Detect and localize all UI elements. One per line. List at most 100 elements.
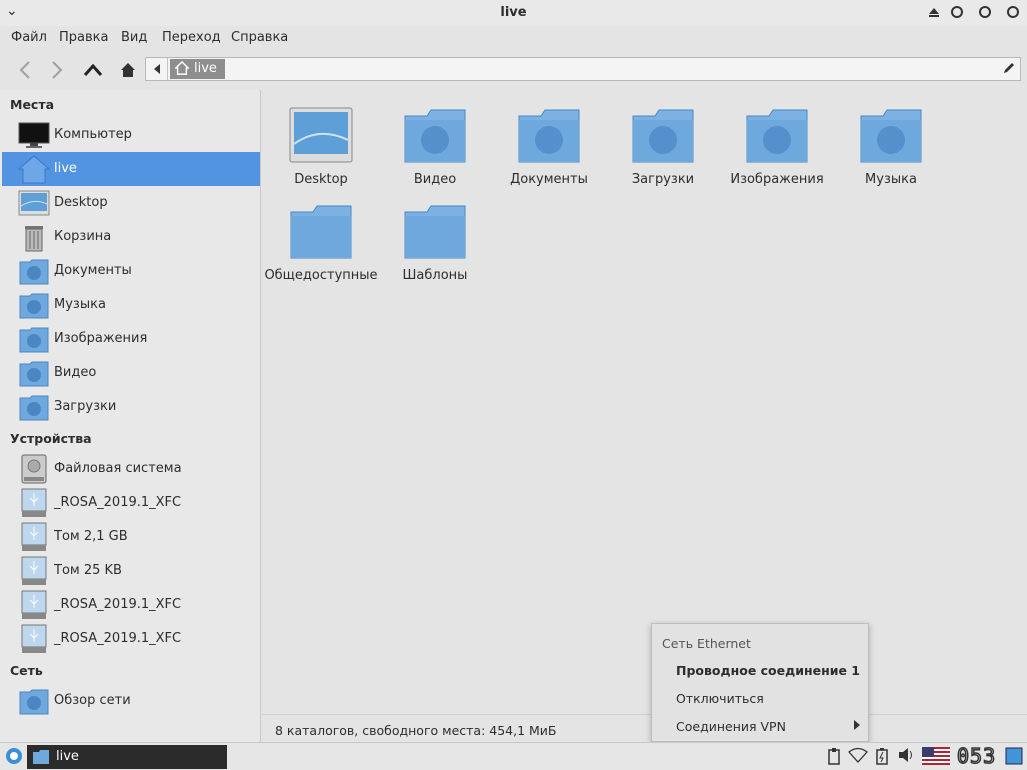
sidebar-item-pictures[interactable]: Изображения: [2, 322, 260, 356]
usb-drive-icon: [21, 556, 47, 585]
pictures-folder-icon: [746, 109, 808, 163]
sidebar-item-usb-3[interactable]: _ROSA_2019.1_XFC: [2, 622, 260, 656]
file-item-label: Видео: [413, 172, 457, 187]
sidebar-item-label: _ROSA_2019.1_XFC: [54, 631, 182, 646]
menu-item-disconnect[interactable]: Отключиться: [676, 691, 764, 706]
menubar: Файл Правка Вид Переход Справка: [0, 26, 1027, 50]
sidebar-item-trash[interactable]: Корзина: [2, 220, 260, 254]
sidebar-item-label: Изображения: [54, 331, 148, 346]
clipboard-icon[interactable]: [827, 747, 841, 765]
menu-file[interactable]: Файл: [11, 30, 47, 45]
file-item-label: Музыка: [865, 172, 917, 187]
sidebar-item-label: Видео: [54, 365, 97, 380]
sidebar-item-volume-25kb[interactable]: Том 25 KB: [2, 554, 260, 588]
submenu-arrow-icon: [854, 720, 860, 730]
taskbar-button-label: live: [56, 749, 79, 764]
usb-drive-icon: [21, 488, 47, 517]
menu-view[interactable]: Вид: [121, 30, 147, 45]
forward-icon[interactable]: [45, 58, 69, 82]
network-folder-icon: [19, 689, 49, 715]
sidebar-item-documents[interactable]: Документы: [2, 254, 260, 288]
close-button[interactable]: [1007, 6, 1019, 18]
file-item-label: Общедоступные: [264, 268, 378, 283]
clock[interactable]: 053: [956, 744, 996, 768]
sidebar-item-videos[interactable]: Видео: [2, 356, 260, 390]
edit-path-icon[interactable]: [1002, 61, 1016, 79]
menu-help[interactable]: Справка: [231, 30, 288, 45]
folder-icon: [290, 205, 352, 259]
back-icon[interactable]: [13, 58, 37, 82]
sidebar-item-label: live: [54, 161, 77, 176]
sidebar-section-network: Сеть: [10, 663, 43, 678]
sidebar-item-label: Загрузки: [54, 399, 117, 414]
sidebar-section-devices: Устройства: [10, 431, 92, 446]
sidebar-item-home[interactable]: live: [2, 152, 260, 186]
file-item-label: Документы: [510, 172, 588, 187]
file-item-videos[interactable]: Видео: [378, 94, 492, 187]
sidebar-item-label: Том 2,1 GB: [54, 529, 128, 544]
bottom-panel: live 053: [0, 742, 1027, 770]
sidebar-item-label: Файловая система: [54, 461, 182, 476]
path-bar[interactable]: live: [145, 57, 1021, 81]
sidebar-item-label: _ROSA_2019.1_XFC: [54, 597, 182, 612]
sidebar-item-label: _ROSA_2019.1_XFC: [54, 495, 182, 510]
up-icon[interactable]: [81, 58, 105, 82]
sidebar-item-filesystem[interactable]: Файловая система: [2, 452, 260, 486]
file-item-label: Desktop: [294, 172, 348, 187]
minimize-button[interactable]: [951, 6, 963, 18]
taskbar-button-live[interactable]: live: [27, 745, 227, 769]
statusbar: 8 каталогов, свободного места: 454,1 МиБ: [262, 714, 1027, 742]
sidebar-item-browse-network[interactable]: Обзор сети: [2, 684, 260, 718]
folder-icon: [404, 205, 466, 259]
file-item-label: Шаблоны: [402, 268, 468, 283]
sidebar-item-desktop[interactable]: Desktop: [2, 186, 260, 220]
us-flag-icon[interactable]: [922, 747, 950, 765]
battery-icon[interactable]: [876, 747, 888, 765]
sidebar: Места Компьютер live Desktop Корзина Док…: [0, 90, 261, 742]
show-desktop-icon[interactable]: [1005, 747, 1023, 765]
folder-icon: [33, 750, 49, 764]
network-menu-header: Сеть Ethernet: [662, 636, 751, 651]
sidebar-item-downloads[interactable]: Загрузки: [2, 390, 260, 424]
path-scroll-left-icon[interactable]: [146, 58, 168, 80]
sidebar-item-music[interactable]: Музыка: [2, 288, 260, 322]
titlebar: ⌄ live: [0, 0, 1027, 26]
network-menu: Сеть Ethernet Проводное соединение 1 Отк…: [651, 623, 869, 742]
usb-drive-icon: [21, 590, 47, 619]
wifi-icon[interactable]: [848, 747, 868, 763]
videos-folder-icon: [404, 109, 466, 163]
file-item-pictures[interactable]: Изображения: [720, 94, 834, 187]
file-item-documents[interactable]: Документы: [492, 94, 606, 187]
trash-icon: [25, 226, 43, 252]
videos-folder-icon: [19, 361, 49, 387]
file-item-label: Изображения: [730, 172, 824, 187]
sidebar-item-label: Desktop: [54, 195, 108, 210]
sidebar-item-computer[interactable]: Компьютер: [2, 118, 260, 152]
documents-folder-icon: [19, 259, 49, 285]
documents-folder-icon: [518, 109, 580, 163]
sidebar-section-places: Места: [10, 97, 55, 112]
path-segment-home[interactable]: live: [170, 59, 225, 79]
sidebar-item-usb-1[interactable]: _ROSA_2019.1_XFC: [2, 486, 260, 520]
app-menu-icon[interactable]: [5, 747, 23, 765]
file-item-music[interactable]: Музыка: [834, 94, 948, 187]
sidebar-item-label: Обзор сети: [54, 693, 131, 708]
status-text: 8 каталогов, свободного места: 454,1 МиБ: [275, 723, 557, 738]
file-item-templates[interactable]: Шаблоны: [378, 190, 492, 283]
sidebar-item-label: Корзина: [54, 229, 112, 244]
sidebar-item-usb-2[interactable]: _ROSA_2019.1_XFC: [2, 588, 260, 622]
monitor-icon: [18, 122, 50, 148]
menu-item-wired-connection[interactable]: Проводное соединение 1: [676, 663, 860, 678]
home-icon[interactable]: [116, 58, 140, 82]
sidebar-item-volume-2gb[interactable]: Том 2,1 GB: [2, 520, 260, 554]
file-item-public[interactable]: Общедоступные: [264, 190, 378, 283]
menu-edit[interactable]: Правка: [59, 30, 108, 45]
shade-button[interactable]: [929, 8, 939, 17]
menu-item-vpn-connections[interactable]: Соединения VPN: [676, 719, 786, 734]
menu-go[interactable]: Переход: [162, 30, 221, 45]
desktop-icon: [18, 190, 50, 216]
volume-icon[interactable]: [898, 747, 916, 763]
file-item-desktop[interactable]: Desktop: [264, 94, 378, 187]
file-item-downloads[interactable]: Загрузки: [606, 94, 720, 187]
maximize-button[interactable]: [979, 6, 991, 18]
